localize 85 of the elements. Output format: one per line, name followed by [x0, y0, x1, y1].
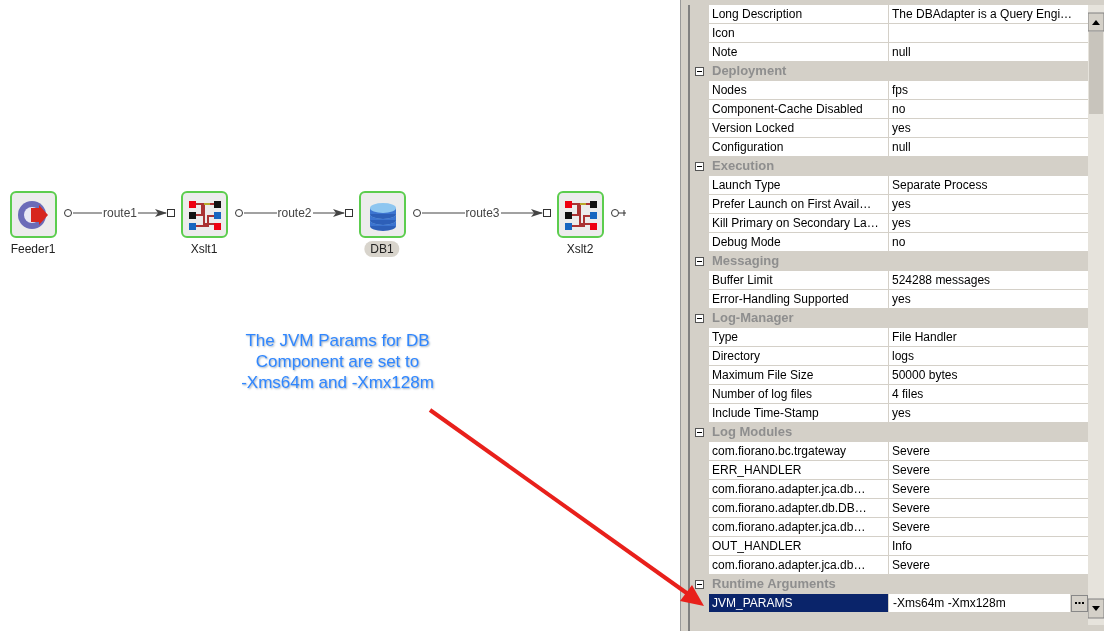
collapse-icon[interactable]	[694, 313, 704, 323]
property-name[interactable]: Configuration	[709, 138, 888, 156]
section-header: Log-Manager	[711, 309, 795, 327]
node-label: Xslt2	[565, 241, 595, 257]
property-value: Info	[889, 537, 1088, 555]
property-name[interactable]: com.fiorano.adapter.jca.db…	[709, 556, 888, 574]
property-value: logs	[889, 347, 1088, 365]
property-name[interactable]: Maximum File Size	[709, 366, 888, 384]
property-value: 4 files	[889, 385, 1088, 403]
property-value: Severe	[889, 556, 1088, 574]
property-value: The DBAdapter is a Query Engi…	[889, 5, 1088, 23]
collapse-icon[interactable]	[694, 161, 704, 171]
input-port-icon	[345, 209, 353, 217]
ellipsis-button[interactable]	[1071, 594, 1088, 612]
value-field[interactable]: -Xms64m -Xmx128m	[889, 594, 1070, 612]
node-label: DB1	[364, 241, 400, 257]
property-name[interactable]: Long Description	[709, 5, 888, 23]
property-name[interactable]: Launch Type	[709, 176, 888, 194]
section-header: Runtime Arguments	[711, 575, 837, 593]
property-value: null	[889, 43, 1088, 61]
property-value: 524288 messages	[889, 271, 1088, 289]
property-name[interactable]: Version Locked	[709, 119, 888, 137]
property-value: yes	[889, 119, 1088, 137]
property-name[interactable]: Include Time-Stamp	[709, 404, 888, 422]
property-name[interactable]: Buffer Limit	[709, 271, 888, 289]
property-value: yes	[889, 290, 1088, 308]
section-header: Log Modules	[711, 423, 794, 441]
property-name[interactable]: Error-Handling Supported	[709, 290, 888, 308]
node-label: Feeder1	[9, 241, 57, 257]
output-port-icon	[235, 209, 243, 217]
property-name[interactable]: com.fiorano.adapter.db.DB…	[709, 499, 888, 517]
property-value: fps	[889, 81, 1088, 99]
property-name[interactable]: Type	[709, 328, 888, 346]
property-value: Severe	[889, 442, 1088, 460]
property-value: File Handler	[889, 328, 1088, 346]
component-node[interactable]	[359, 191, 406, 238]
route-label: route1	[102, 206, 138, 220]
property-value: no	[889, 100, 1088, 118]
output-port-icon	[611, 209, 627, 217]
property-value: no	[889, 233, 1088, 251]
ellipsis-icon	[1075, 601, 1084, 605]
collapse-icon[interactable]	[694, 66, 704, 76]
section-header: Execution	[711, 157, 776, 175]
property-value: Severe	[889, 499, 1088, 517]
component-node[interactable]	[557, 191, 604, 238]
property-name[interactable]: Directory	[709, 347, 888, 365]
property-value: yes	[889, 195, 1088, 213]
property-name[interactable]: Number of log files	[709, 385, 888, 403]
output-port-icon	[64, 209, 72, 217]
property-value: Severe	[889, 461, 1088, 479]
property-name[interactable]: Component-Cache Disabled	[709, 100, 888, 118]
annotation-text: The JVM Params for DB Component are set to -Xms64m and -Xmx128m	[240, 330, 435, 393]
property-name[interactable]: OUT_HANDLER	[709, 537, 888, 555]
property-name[interactable]: ERR_HANDLER	[709, 461, 888, 479]
component-node[interactable]	[181, 191, 228, 238]
input-port-icon	[167, 209, 175, 217]
property-name[interactable]: com.fiorano.adapter.jca.db…	[709, 480, 888, 498]
section-header: Messaging	[711, 252, 781, 270]
collapse-icon[interactable]	[694, 427, 704, 437]
property-name[interactable]: Note	[709, 43, 888, 61]
property-name[interactable]: Kill Primary on Secondary La…	[709, 214, 888, 232]
collapse-icon[interactable]	[694, 579, 704, 589]
property-name[interactable]: Prefer Launch on First Avail…	[709, 195, 888, 213]
input-port-icon	[543, 209, 551, 217]
collapse-icon[interactable]	[694, 256, 704, 266]
property-value: 50000 bytes	[889, 366, 1088, 384]
property-value: Severe	[889, 480, 1088, 498]
route-label: route2	[276, 206, 313, 220]
property-name[interactable]: Debug Mode	[709, 233, 888, 251]
property-name[interactable]: Nodes	[709, 81, 888, 99]
property-name[interactable]: com.fiorano.adapter.jca.db…	[709, 518, 888, 536]
scrollbar[interactable]	[1088, 5, 1104, 625]
property-name[interactable]: JVM_PARAMS	[709, 594, 888, 612]
property-value: yes	[889, 214, 1088, 232]
output-port-icon	[413, 209, 421, 217]
route-label: route3	[464, 206, 501, 220]
property-name[interactable]: com.fiorano.bc.trgateway	[709, 442, 888, 460]
property-value: Severe	[889, 518, 1088, 536]
node-label: Xslt1	[189, 241, 219, 257]
section-header: Deployment	[711, 62, 788, 80]
property-value: yes	[889, 404, 1088, 422]
property-value: null	[889, 138, 1088, 156]
property-value: Separate Process	[889, 176, 1088, 194]
component-node[interactable]	[10, 191, 57, 238]
property-name[interactable]: Icon	[709, 24, 888, 42]
